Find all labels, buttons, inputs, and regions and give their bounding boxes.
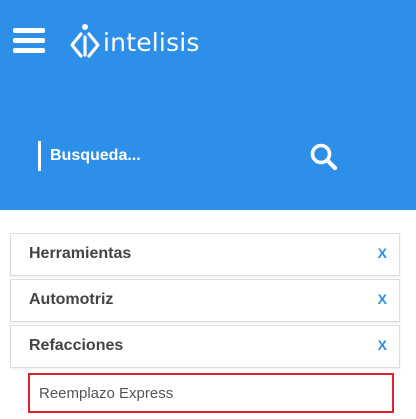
remove-category-button[interactable]: X xyxy=(378,337,387,353)
category-label: Automotriz xyxy=(29,291,114,308)
search-input[interactable] xyxy=(50,138,280,174)
category-item-herramientas[interactable]: Herramientas X xyxy=(10,233,400,276)
search-icon[interactable] xyxy=(309,142,339,172)
hamburger-line xyxy=(13,28,45,33)
intelisis-logo[interactable]: intelisis xyxy=(68,18,200,62)
search-caret xyxy=(38,141,41,171)
subcategory-label: Reemplazo Express xyxy=(39,385,174,402)
hamburger-menu-icon[interactable] xyxy=(13,28,45,54)
category-item-automotriz[interactable]: Automotriz X xyxy=(10,279,400,322)
category-label: Refacciones xyxy=(29,337,124,354)
category-list: Herramientas X Automotriz X Refacciones … xyxy=(10,233,402,371)
subcategory-item-reemplazo-express[interactable]: Reemplazo Express xyxy=(28,373,394,413)
category-label: Herramientas xyxy=(29,245,132,262)
hamburger-line xyxy=(13,48,45,53)
logo-text: intelisis xyxy=(103,27,200,57)
search-band xyxy=(0,86,416,210)
remove-category-button[interactable]: X xyxy=(378,291,387,307)
hamburger-line xyxy=(13,38,45,43)
category-item-refacciones[interactable]: Refacciones X xyxy=(10,325,400,368)
top-app-bar: intelisis xyxy=(0,0,416,86)
intelisis-diamond-logo-icon xyxy=(70,24,100,58)
remove-category-button[interactable]: X xyxy=(378,245,387,261)
